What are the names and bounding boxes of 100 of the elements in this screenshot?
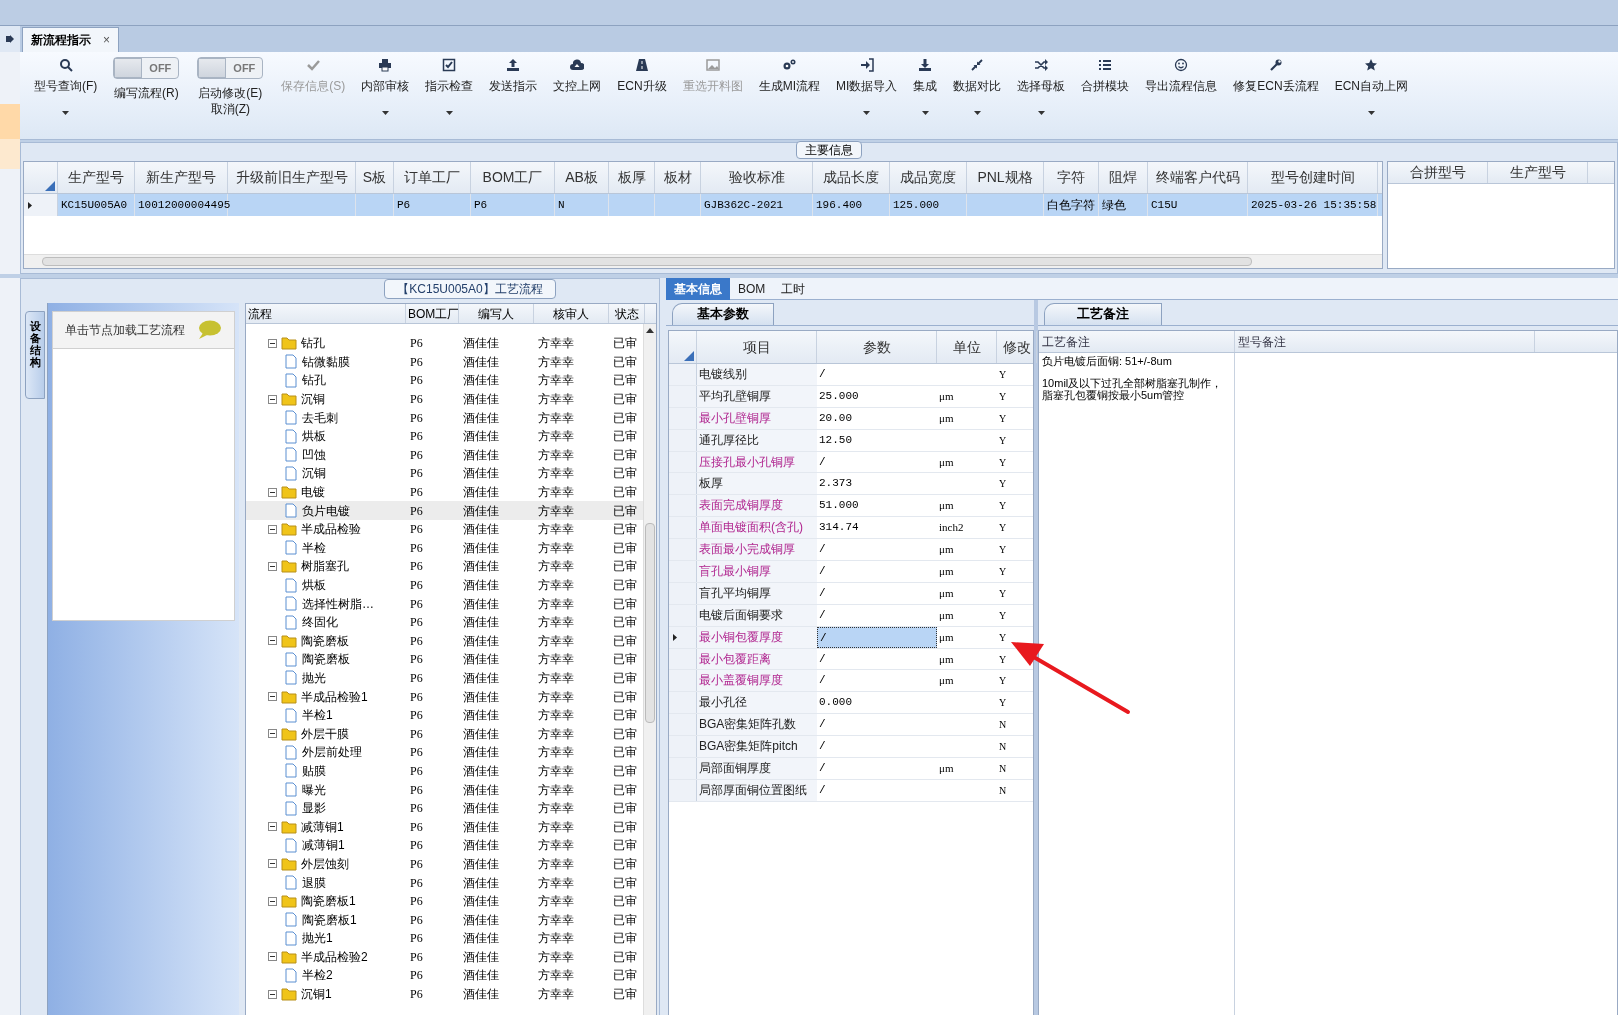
column-header[interactable]: 流程 bbox=[246, 304, 406, 323]
tree-row[interactable]: 钻孔 P6 酒佳佳 方幸幸 已审 bbox=[246, 334, 643, 353]
dropdown-caret-icon[interactable] bbox=[381, 111, 389, 115]
tree-row[interactable]: 减薄铜1 P6 酒佳佳 方幸幸 已审 bbox=[246, 817, 643, 837]
tree-row[interactable]: 曝光 P6 酒佳佳 方幸幸 已审 bbox=[246, 780, 643, 799]
toggle-switch[interactable]: OFF bbox=[113, 57, 180, 79]
tree-row[interactable]: 沉铜1 P6 酒佳佳 方幸幸 已审 bbox=[246, 984, 643, 1004]
panel-tab[interactable]: 基本参数 bbox=[672, 303, 774, 325]
tree-row[interactable]: 半检 P6 酒佳佳 方幸幸 已审 bbox=[246, 538, 643, 558]
toolbar-button[interactable]: 集成 bbox=[905, 55, 946, 135]
collapse-toggle-icon[interactable] bbox=[268, 822, 277, 832]
column-header[interactable]: 合拼型号 bbox=[1388, 162, 1488, 183]
vertical-scrollbar[interactable] bbox=[645, 523, 655, 723]
column-header[interactable]: 单位 bbox=[937, 331, 997, 363]
column-header[interactable]: 核审人 bbox=[534, 304, 609, 323]
dropdown-caret-icon[interactable] bbox=[1367, 111, 1375, 115]
tree-row[interactable]: 陶瓷磨板 P6 酒佳佳 方幸幸 已审 bbox=[246, 650, 643, 669]
column-header[interactable]: 板厚 bbox=[609, 162, 655, 193]
dropdown-caret-icon[interactable] bbox=[973, 111, 981, 115]
dropdown-caret-icon[interactable] bbox=[921, 111, 929, 115]
horizontal-scrollbar[interactable] bbox=[42, 257, 1252, 266]
dropdown-caret-icon[interactable] bbox=[863, 111, 871, 115]
toolbar-button[interactable]: 合拼模块 bbox=[1073, 55, 1138, 135]
collapse-toggle-icon[interactable] bbox=[268, 952, 277, 962]
tree-row[interactable]: 烘板 P6 酒佳佳 方幸幸 已审 bbox=[246, 426, 643, 446]
tree-row[interactable]: 陶瓷磨板1 P6 酒佳佳 方幸幸 已审 bbox=[246, 910, 643, 929]
toolbar-label[interactable]: 启动修改(E) bbox=[198, 85, 263, 101]
close-icon[interactable]: × bbox=[103, 31, 110, 49]
document-tab[interactable]: 新流程指示 × bbox=[22, 27, 119, 52]
tree-row[interactable]: 钻微黏膜 P6 酒佳佳 方幸幸 已审 bbox=[246, 352, 643, 372]
table-row[interactable]: KC15U005A0 10012000004495 P6 P6 N GJB362C-2021 196.400 125.000 白色字符 绿色 C15U 2025-03-26 15:35:58 bbox=[24, 194, 1382, 216]
column-header[interactable]: 订单工厂 bbox=[394, 162, 471, 193]
column-header[interactable]: 字符 bbox=[1044, 162, 1099, 193]
dropdown-caret-icon[interactable] bbox=[445, 111, 453, 115]
dropdown-caret-icon[interactable] bbox=[62, 111, 70, 115]
tab[interactable]: BOM bbox=[730, 278, 774, 300]
tree-row[interactable]: 沉铜 P6 酒佳佳 方幸幸 已审 bbox=[246, 464, 643, 483]
column-header[interactable]: 参数 bbox=[817, 331, 937, 363]
column-header[interactable]: 工艺备注 bbox=[1039, 331, 1235, 352]
column-header[interactable]: 验收标准 bbox=[701, 162, 813, 193]
sidebar-toggle-icon[interactable] bbox=[0, 26, 20, 52]
column-header[interactable]: 升级前旧生产型号 bbox=[228, 162, 356, 193]
column-header[interactable]: 型号创建时间 bbox=[1248, 162, 1378, 193]
tree-row[interactable]: 显影 P6 酒佳佳 方幸幸 已审 bbox=[246, 798, 643, 818]
column-header[interactable]: 修改 bbox=[997, 331, 1037, 363]
collapse-toggle-icon[interactable] bbox=[268, 487, 277, 497]
table-cell[interactable]: / bbox=[817, 626, 937, 648]
tree-row[interactable]: 抛光 P6 酒佳佳 方幸幸 已审 bbox=[246, 668, 643, 688]
tree-row[interactable]: 选择性树脂… P6 酒佳佳 方幸幸 已审 bbox=[246, 594, 643, 613]
collapse-toggle-icon[interactable] bbox=[268, 338, 277, 348]
tree-row[interactable]: 半成品检验1 P6 酒佳佳 方幸幸 已审 bbox=[246, 687, 643, 706]
tree-row[interactable]: 沉铜 P6 酒佳佳 方幸幸 已审 bbox=[246, 389, 643, 409]
toolbar-button[interactable]: 选择母板 bbox=[1009, 55, 1074, 135]
collapse-toggle-icon[interactable] bbox=[268, 859, 277, 869]
tab[interactable]: 工时 bbox=[773, 278, 814, 300]
column-header[interactable]: 编写人 bbox=[459, 304, 534, 323]
panel-tab[interactable]: 工艺备注 bbox=[1044, 303, 1162, 325]
tree-row[interactable]: 凹蚀 P6 酒佳佳 方幸幸 已审 bbox=[246, 445, 643, 465]
scroll-up-icon[interactable] bbox=[646, 328, 654, 333]
tree-row[interactable]: 终固化 P6 酒佳佳 方幸幸 已审 bbox=[246, 612, 643, 632]
tree-row[interactable]: 陶瓷磨板 P6 酒佳佳 方幸幸 已审 bbox=[246, 631, 643, 651]
tree-row[interactable]: 外层前处理 P6 酒佳佳 方幸幸 已审 bbox=[246, 743, 643, 762]
toolbar-button[interactable]: 发送指示 bbox=[481, 55, 546, 135]
tree-row[interactable]: 抛光1 P6 酒佳佳 方幸幸 已审 bbox=[246, 929, 643, 948]
tree-row[interactable]: 负片电镀 P6 酒佳佳 方幸幸 已审 bbox=[246, 501, 643, 520]
tree-row[interactable]: 半成品检验2 P6 酒佳佳 方幸幸 已审 bbox=[246, 947, 643, 967]
toolbar-button[interactable]: ECN升级 bbox=[609, 55, 675, 135]
column-header[interactable]: BOM工厂 bbox=[471, 162, 555, 193]
toolbar-button[interactable]: 生成MI流程 bbox=[750, 55, 828, 135]
toolbar-button[interactable]: 指示检查 bbox=[417, 55, 482, 135]
vertical-tab[interactable]: 设备结构 bbox=[25, 311, 45, 399]
column-header[interactable]: 型号备注 bbox=[1235, 331, 1535, 352]
collapse-toggle-icon[interactable] bbox=[268, 636, 277, 646]
toolbar-button[interactable]: MI数据导入 bbox=[828, 55, 906, 135]
column-header[interactable]: 新生产型号 bbox=[135, 162, 228, 193]
column-header[interactable]: 状态 bbox=[609, 304, 645, 323]
tree-row[interactable]: 外层蚀刻 P6 酒佳佳 方幸幸 已审 bbox=[246, 854, 643, 874]
column-header[interactable]: AB板 bbox=[555, 162, 609, 193]
toolbar-label[interactable]: 编写流程(R) bbox=[114, 85, 179, 101]
collapse-toggle-icon[interactable] bbox=[268, 692, 277, 702]
tab[interactable]: 基本信息 bbox=[666, 278, 730, 300]
toolbar-button[interactable]: 修复ECN丢流程 bbox=[1225, 55, 1327, 135]
collapse-toggle-icon[interactable] bbox=[268, 394, 277, 404]
collapse-toggle-icon[interactable] bbox=[268, 729, 277, 739]
collapse-toggle-icon[interactable] bbox=[268, 561, 277, 571]
tree-row[interactable]: 半成品检验 P6 酒佳佳 方幸幸 已审 bbox=[246, 519, 643, 539]
tree-row[interactable]: 贴膜 P6 酒佳佳 方幸幸 已审 bbox=[246, 761, 643, 781]
dropdown-caret-icon[interactable] bbox=[1037, 111, 1045, 115]
toolbar-label[interactable]: 取消(Z) bbox=[210, 101, 250, 117]
tree-row[interactable]: 树脂塞孔 P6 酒佳佳 方幸幸 已审 bbox=[246, 557, 643, 576]
column-header[interactable]: 终端客户代码 bbox=[1148, 162, 1248, 193]
column-header[interactable]: 成品长度 bbox=[813, 162, 890, 193]
toolbar-button[interactable]: ECN自动上网 bbox=[1326, 55, 1417, 135]
toolbar-button[interactable]: 内部审核 bbox=[353, 55, 418, 135]
toggle-switch[interactable]: OFF bbox=[197, 57, 264, 79]
tree-row[interactable]: 陶瓷磨板1 P6 酒佳佳 方幸幸 已审 bbox=[246, 891, 643, 911]
tree-row[interactable]: 退膜 P6 酒佳佳 方幸幸 已审 bbox=[246, 873, 643, 892]
tree-row[interactable]: 减薄铜1 P6 酒佳佳 方幸幸 已审 bbox=[246, 836, 643, 855]
column-header[interactable]: 成品宽度 bbox=[890, 162, 967, 193]
tree-row[interactable]: 去毛刺 P6 酒佳佳 方幸幸 已审 bbox=[246, 408, 643, 427]
